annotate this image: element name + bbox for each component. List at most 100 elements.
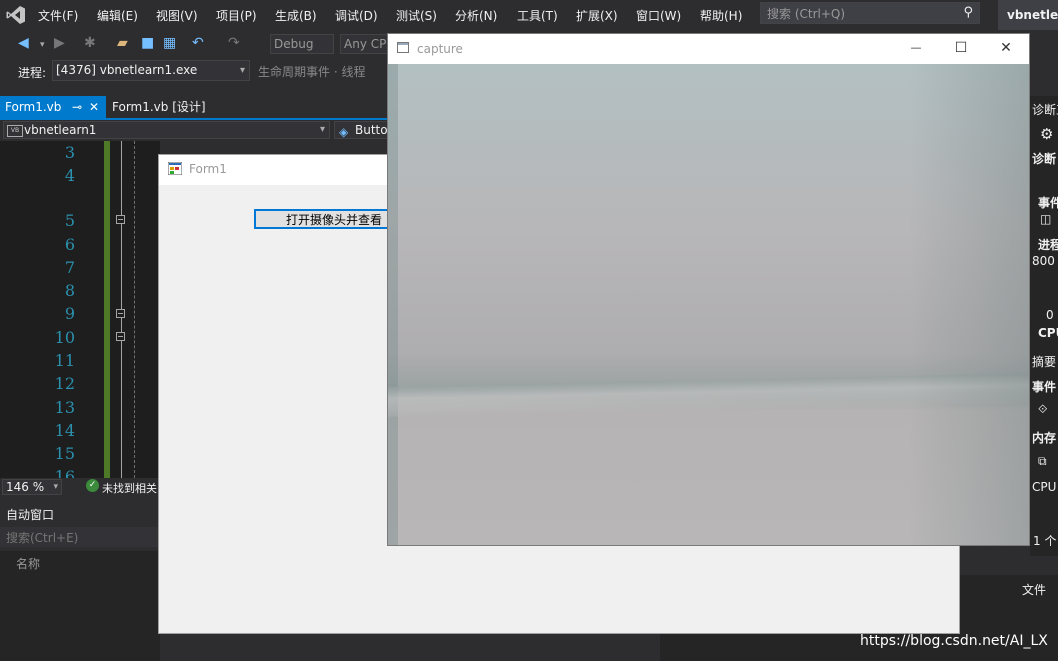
pin-icon[interactable]: ⊸ — [72, 96, 82, 118]
camera-shadow-right — [909, 64, 1029, 545]
memory-max: 800 — [1032, 254, 1055, 268]
change-tracking-bar — [104, 141, 110, 478]
zoom-dropdown[interactable]: 146 % ▾ — [2, 479, 62, 495]
diagnostic-tools-panel: 诊断工 ⚙ 诊断 事件 ◫ 进程 800 0 CPU 摘要 事件 ⟐ 内存 ⧉ … — [1030, 96, 1058, 556]
menu-extensions[interactable]: 扩展(X) — [576, 7, 618, 24]
auto-search-input[interactable] — [4, 528, 158, 547]
process-value: [4376] vbnetlearn1.exe — [56, 63, 198, 77]
vb-project-icon: VB — [7, 125, 23, 137]
pause-icon[interactable]: ◫ — [1040, 212, 1051, 226]
line-number: 3 — [64, 143, 75, 162]
project-scope-dropdown[interactable]: VB vbnetlearn1 ▾ — [3, 121, 330, 139]
solution-platform-dropdown[interactable]: Any CPU — [340, 34, 388, 54]
menu-help[interactable]: 帮助(H) — [700, 7, 742, 24]
menu-project[interactable]: 项目(P) — [216, 7, 257, 24]
collapse-icon[interactable] — [116, 215, 125, 224]
open-folder-icon[interactable]: ▰ — [117, 35, 128, 51]
process-label: 进程: — [18, 66, 47, 80]
code-editor[interactable]: 3 4 5 6 7 8 9 10 11 12 13 14 15 16 — [0, 141, 160, 478]
process-dropdown[interactable]: [4376] vbnetlearn1.exe ▾ — [52, 60, 250, 81]
quick-launch-search[interactable]: ⚲ — [760, 2, 980, 24]
check-circle-icon: ✓ — [86, 479, 99, 492]
line-number: 8 — [64, 281, 75, 300]
close-icon[interactable]: ✕ — [89, 96, 99, 118]
save-icon[interactable]: ■ — [141, 35, 154, 51]
menu-debug[interactable]: 调试(D) — [335, 7, 378, 24]
camera-preview-image — [388, 64, 1029, 545]
menu-file[interactable]: 文件(F) — [38, 7, 78, 24]
project-scope-label: vbnetlearn1 — [24, 123, 97, 137]
close-icon[interactable]: ✕ — [996, 39, 1016, 57]
menu-edit[interactable]: 编辑(E) — [97, 7, 138, 24]
messages-count[interactable]: 1 个 — [1033, 532, 1056, 549]
minimize-icon[interactable]: — — [906, 39, 926, 57]
redo-icon[interactable]: ↷ — [228, 35, 240, 51]
capture-title: capture — [417, 42, 463, 56]
form1-title: Form1 — [189, 162, 227, 176]
menu-window[interactable]: 窗口(W) — [636, 7, 681, 24]
menu-tools[interactable]: 工具(T) — [517, 7, 558, 24]
tab-form1-designer[interactable]: Form1.vb [设计] — [107, 96, 211, 118]
chevron-down-icon[interactable]: ▾ — [240, 61, 245, 80]
member-dropdown[interactable]: ◈ Button — [334, 121, 390, 139]
tab-form1-vb[interactable]: Form1.vb ⊸ ✕ — [0, 96, 106, 118]
line-number: 10 — [54, 328, 75, 347]
line-number: 9 — [64, 304, 75, 323]
cpu-usage-tab[interactable]: CPU — [1032, 480, 1056, 494]
menu-build[interactable]: 生成(B) — [275, 7, 317, 24]
watermark-text: https://blog.csdn.net/AI_LX — [860, 633, 1048, 649]
auto-window-body — [0, 573, 160, 661]
visual-studio-logo-icon[interactable] — [6, 5, 26, 25]
forward-icon[interactable]: ▶ — [54, 35, 65, 51]
chevron-down-icon[interactable]: ▾ — [53, 480, 58, 494]
chevron-down-icon[interactable]: ▾ — [320, 122, 325, 138]
window-icon — [397, 42, 409, 53]
auto-window-search[interactable] — [0, 527, 160, 547]
line-number: 11 — [54, 351, 75, 370]
capture-window[interactable]: capture — ☐ ✕ — [387, 33, 1030, 546]
auto-window-header: 名称 — [0, 551, 160, 573]
new-project-icon[interactable]: ✱ — [84, 35, 96, 51]
search-icon[interactable]: ⚲ — [963, 5, 973, 20]
collapse-icon[interactable] — [116, 332, 125, 341]
line-number: 12 — [54, 374, 75, 393]
save-all-icon[interactable]: ▦ — [163, 35, 176, 51]
undo-icon[interactable]: ↶ — [192, 35, 204, 51]
gear-icon[interactable]: ⚙ — [1040, 125, 1053, 143]
solution-config-dropdown[interactable]: Debug — [270, 34, 334, 54]
auto-window-title[interactable]: 自动窗口 — [0, 505, 166, 525]
column-file[interactable]: 文件 — [1022, 581, 1046, 598]
back-icon[interactable]: ◀ — [18, 35, 29, 51]
capture-titlebar[interactable]: capture — ☐ ✕ — [388, 34, 1029, 64]
snapshot-icon[interactable]: ⧉ — [1038, 454, 1047, 469]
cpu-section[interactable]: CPU — [1038, 326, 1058, 340]
dropdown-arrow-icon[interactable]: ▾ — [40, 40, 45, 50]
menu-test[interactable]: 测试(S) — [396, 7, 437, 24]
camera-shadow-left — [388, 64, 398, 545]
diagnostic-tools-title: 诊断工 — [1032, 103, 1058, 117]
process-memory-section[interactable]: 进程 — [1038, 236, 1058, 253]
form-app-icon — [168, 162, 182, 175]
lifecycle-events[interactable]: 生命周期事件 · 线程 — [258, 63, 365, 80]
tab-label: Form1.vb — [5, 100, 62, 114]
indent-guide — [134, 141, 135, 478]
search-input[interactable] — [765, 4, 959, 24]
event-filter-icon[interactable]: ⟐ — [1038, 402, 1047, 417]
column-name[interactable]: 名称 — [16, 555, 40, 572]
line-number: 15 — [54, 444, 75, 463]
events-section[interactable]: 事件 — [1038, 194, 1058, 211]
issues-status[interactable]: 未找到相关 — [102, 480, 157, 496]
summary-tab[interactable]: 摘要 — [1032, 353, 1056, 370]
line-number: 13 — [54, 398, 75, 417]
collapse-icon[interactable] — [116, 309, 125, 318]
memory-min: 0 — [1046, 308, 1054, 322]
events-tab[interactable]: 事件 — [1032, 378, 1056, 395]
maximize-icon[interactable]: ☐ — [951, 39, 971, 57]
menu-analyze[interactable]: 分析(N) — [455, 7, 497, 24]
class-icon: ◈ — [339, 125, 349, 139]
memory-usage-tab[interactable]: 内存 — [1032, 429, 1056, 446]
menu-view[interactable]: 视图(V) — [156, 7, 198, 24]
project-name-badge[interactable]: vbnetlearn1 — [998, 0, 1058, 30]
line-number: 14 — [54, 421, 75, 440]
line-number: 5 — [64, 211, 75, 230]
